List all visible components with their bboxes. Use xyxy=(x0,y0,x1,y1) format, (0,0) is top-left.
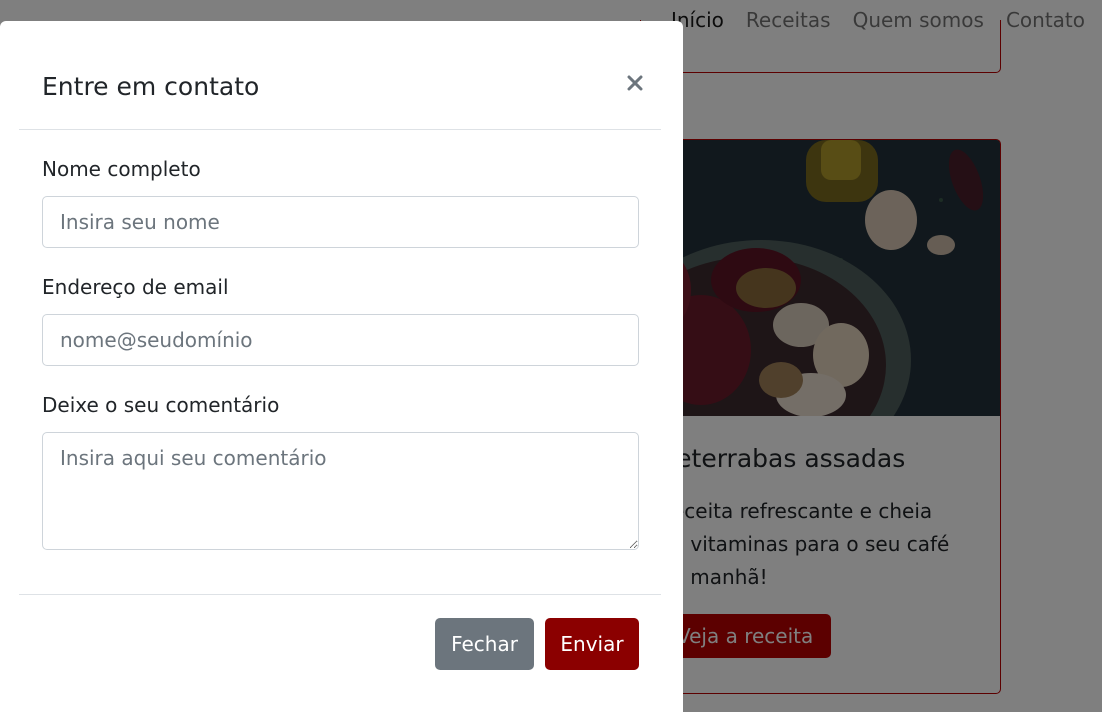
email-input[interactable] xyxy=(42,314,639,366)
comment-textarea[interactable] xyxy=(42,432,639,550)
modal-header: Entre em contato xyxy=(19,21,661,130)
email-label: Endereço de email xyxy=(42,275,229,299)
close-button[interactable] xyxy=(621,69,649,97)
modal-footer-divider xyxy=(19,594,661,595)
close-icon xyxy=(627,75,643,91)
enviar-button[interactable]: Enviar xyxy=(545,618,639,670)
comment-label: Deixe o seu comentário xyxy=(42,393,280,417)
fechar-button[interactable]: Fechar xyxy=(435,618,534,670)
modal-title: Entre em contato xyxy=(42,72,260,101)
name-label: Nome completo xyxy=(42,157,201,181)
contact-modal: Entre em contato Nome completo Endereço … xyxy=(0,21,683,712)
name-input[interactable] xyxy=(42,196,639,248)
